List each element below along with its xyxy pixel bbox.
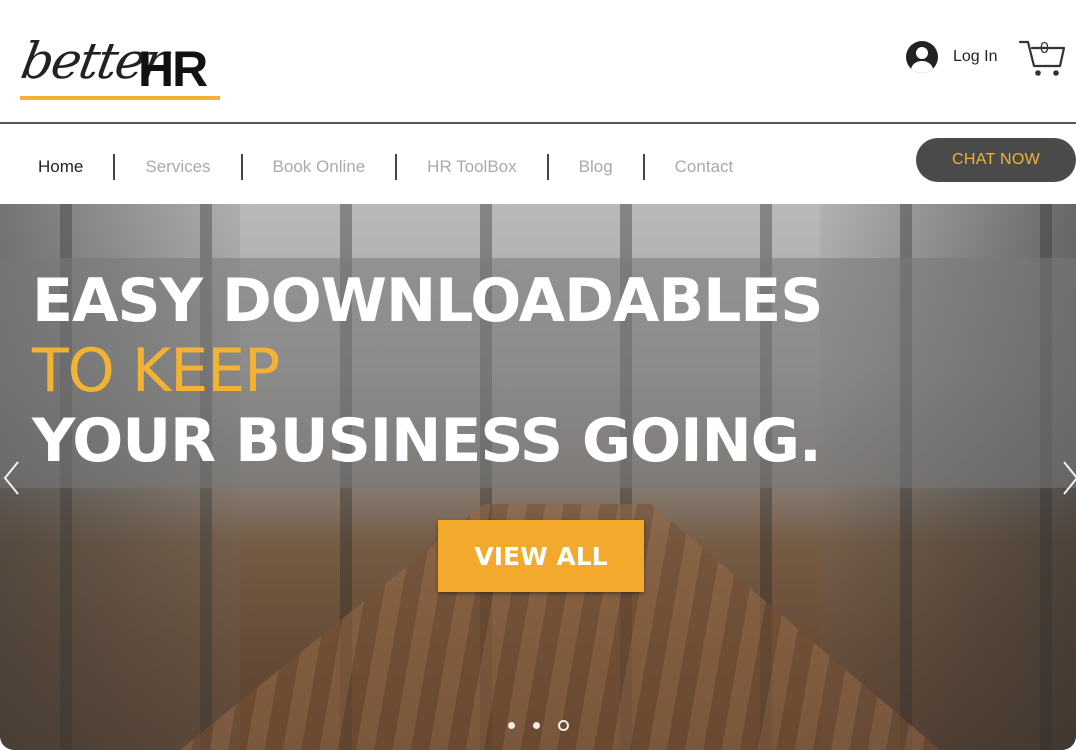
slide-dot-1[interactable] [508,722,515,729]
nav-divider [642,154,645,180]
chat-now-button[interactable]: CHAT NOW [916,138,1076,182]
hero-headline-line-3: YOUR BUSINESS GOING. [32,406,822,476]
hero-headline-line-1: EASY DOWNLOADABLES [32,266,824,336]
nav-menu: Home Services Book Online HR ToolBox Blo… [30,154,741,180]
logo-underline [20,96,220,100]
nav-item-services[interactable]: Services [137,157,218,177]
slide-dot-3[interactable] [558,720,569,731]
chevron-left-icon[interactable] [2,458,20,498]
login-button[interactable]: Log In [906,40,997,74]
hero-headline-line-2: TO KEEP [32,336,280,406]
logo-bold-text: HR [138,41,208,97]
nav-item-contact[interactable]: Contact [667,157,742,177]
chevron-right-icon[interactable] [1062,458,1076,498]
slide-indicators [508,720,587,731]
nav-item-hr-toolbox[interactable]: HR ToolBox [419,157,524,177]
nav-divider [240,154,243,180]
nav-divider [546,154,549,180]
slide-dot-2[interactable] [533,722,540,729]
site-header: better HR Log In 0 [0,0,1076,124]
hero-slideshow: EASY DOWNLOADABLES TO KEEP YOUR BUSINESS… [0,204,1076,750]
brand-logo[interactable]: better HR [17,28,225,104]
nav-divider [395,154,398,180]
login-label: Log In [953,48,998,65]
nav-item-blog[interactable]: Blog [571,157,621,177]
cart-button[interactable]: 0 [1018,36,1068,78]
nav-divider [113,154,116,180]
cart-count: 0 [1040,40,1049,57]
nav-item-home[interactable]: Home [30,157,91,177]
page: better HR Log In 0 Home Services Book On… [0,0,1076,750]
main-nav: Home Services Book Online HR ToolBox Blo… [0,126,1076,204]
user-avatar-icon [906,41,938,73]
view-all-button[interactable]: VIEW ALL [438,520,644,592]
nav-item-book-online[interactable]: Book Online [265,157,374,177]
